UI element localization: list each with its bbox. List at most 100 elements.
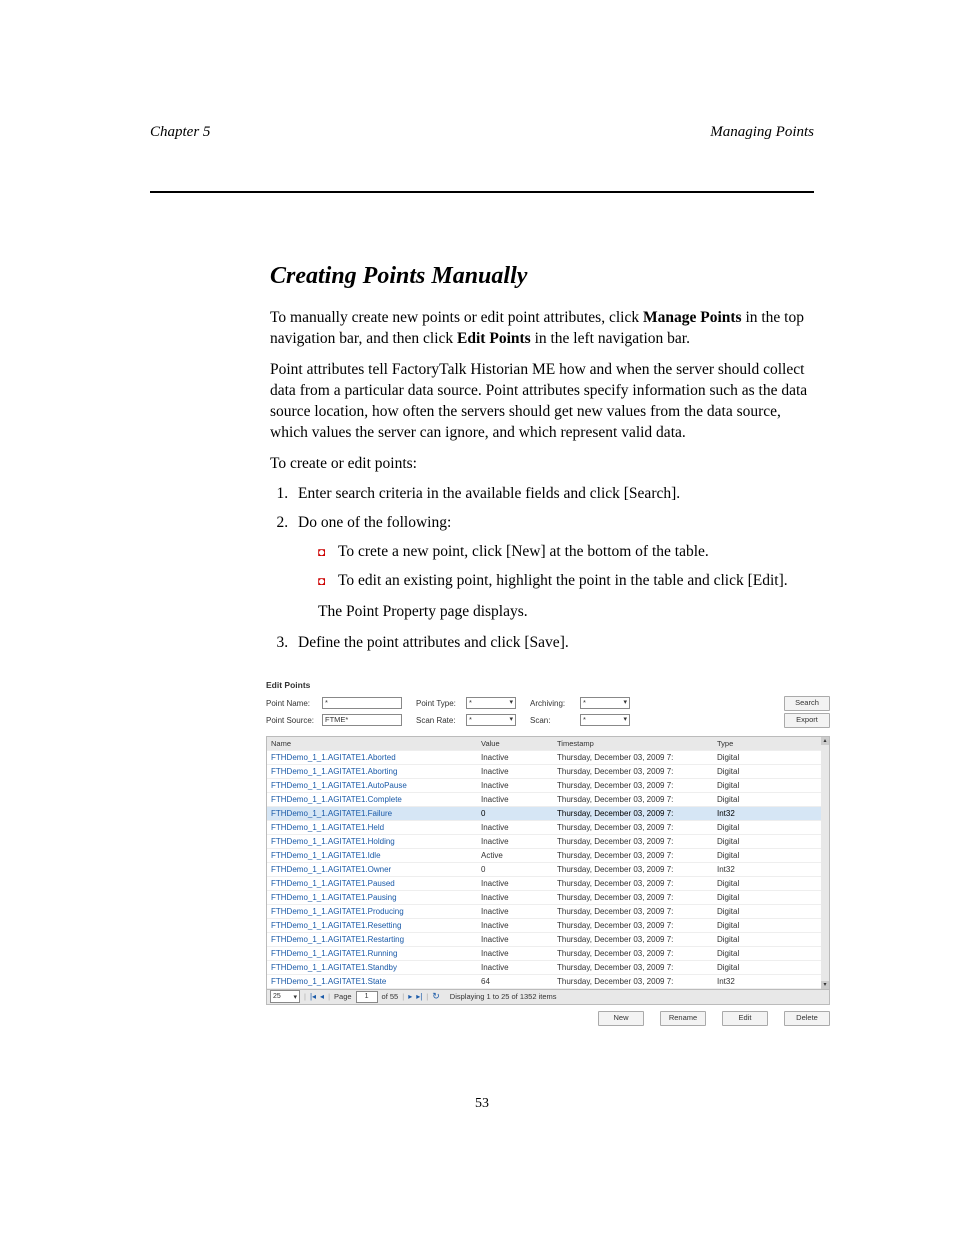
step-2: Do one of the following: To crete a new … xyxy=(292,513,814,623)
cell-name: FTHDemo_1_1.AGITATE1.Idle xyxy=(271,849,481,862)
cell-value: Inactive xyxy=(481,835,557,848)
cell-type: Digital xyxy=(717,933,777,946)
pager-summary: Displaying 1 to 25 of 1352 items xyxy=(450,992,557,1001)
cell-type: Digital xyxy=(717,821,777,834)
header-rule xyxy=(150,191,814,193)
cell-timestamp: Thursday, December 03, 2009 7: xyxy=(557,919,717,932)
cell-name: FTHDemo_1_1.AGITATE1.Restarting xyxy=(271,933,481,946)
scan-select[interactable]: *▾ xyxy=(580,714,630,726)
col-value[interactable]: Value xyxy=(481,737,557,750)
cell-type: Digital xyxy=(717,793,777,806)
page-of: of 55 xyxy=(382,992,399,1001)
archiving-select[interactable]: *▾ xyxy=(580,697,630,709)
table-row[interactable]: FTHDemo_1_1.AGITATE1.AbortingInactiveThu… xyxy=(267,765,829,779)
chevron-down-icon: ▾ xyxy=(623,714,627,726)
cell-name: FTHDemo_1_1.AGITATE1.Complete xyxy=(271,793,481,806)
col-name[interactable]: Name xyxy=(271,737,481,750)
cell-timestamp: Thursday, December 03, 2009 7: xyxy=(557,877,717,890)
table-row[interactable]: FTHDemo_1_1.AGITATE1.RunningInactiveThur… xyxy=(267,947,829,961)
step-2-tail: The Point Property page displays. xyxy=(318,602,814,623)
step-3: Define the point attributes and click [S… xyxy=(292,633,814,654)
point-source-input[interactable]: FTME* xyxy=(322,714,402,726)
prev-page-icon[interactable]: ◂ xyxy=(320,992,324,1001)
header-section: Managing Points xyxy=(710,124,814,141)
cell-value: Inactive xyxy=(481,947,557,960)
cell-name: FTHDemo_1_1.AGITATE1.Paused xyxy=(271,877,481,890)
table-row[interactable]: FTHDemo_1_1.AGITATE1.HeldInactiveThursda… xyxy=(267,821,829,835)
cell-type: Digital xyxy=(717,849,777,862)
intro-paragraph-2: Point attributes tell FactoryTalk Histor… xyxy=(270,360,814,444)
point-name-input[interactable]: * xyxy=(322,697,402,709)
cell-value: Inactive xyxy=(481,891,557,904)
scroll-down-icon[interactable]: ▾ xyxy=(821,981,829,989)
page-size-select[interactable]: 25▾ xyxy=(270,990,300,1003)
table-row[interactable]: FTHDemo_1_1.AGITATE1.CompleteInactiveThu… xyxy=(267,793,829,807)
cell-name: FTHDemo_1_1.AGITATE1.Holding xyxy=(271,835,481,848)
cell-name: FTHDemo_1_1.AGITATE1.Resetting xyxy=(271,919,481,932)
cell-type: Digital xyxy=(717,877,777,890)
cell-type: Int32 xyxy=(717,863,777,876)
new-button[interactable]: New xyxy=(598,1011,644,1026)
refresh-icon[interactable]: ↻ xyxy=(432,991,440,1002)
cell-timestamp: Thursday, December 03, 2009 7: xyxy=(557,905,717,918)
cell-value: Inactive xyxy=(481,933,557,946)
table-row[interactable]: FTHDemo_1_1.AGITATE1.ResettingInactiveTh… xyxy=(267,919,829,933)
cell-value: Inactive xyxy=(481,821,557,834)
table-row[interactable]: FTHDemo_1_1.AGITATE1.AutoPauseInactiveTh… xyxy=(267,779,829,793)
grid-header: Name Value Timestamp Type xyxy=(267,737,829,751)
table-row[interactable]: FTHDemo_1_1.AGITATE1.Failure0Thursday, D… xyxy=(267,807,829,821)
results-grid: Name Value Timestamp Type FTHDemo_1_1.AG… xyxy=(266,736,830,990)
cell-type: Digital xyxy=(717,891,777,904)
table-row[interactable]: FTHDemo_1_1.AGITATE1.StandbyInactiveThur… xyxy=(267,961,829,975)
scroll-up-icon[interactable]: ▴ xyxy=(821,737,829,745)
last-page-icon[interactable]: ▸| xyxy=(416,992,422,1001)
intro-paragraph-3: To create or edit points: xyxy=(270,454,814,475)
cell-name: FTHDemo_1_1.AGITATE1.Producing xyxy=(271,905,481,918)
cell-name: FTHDemo_1_1.AGITATE1.Aborting xyxy=(271,765,481,778)
cell-name: FTHDemo_1_1.AGITATE1.Held xyxy=(271,821,481,834)
table-row[interactable]: FTHDemo_1_1.AGITATE1.State64Thursday, De… xyxy=(267,975,829,989)
cell-timestamp: Thursday, December 03, 2009 7: xyxy=(557,863,717,876)
cell-value: 0 xyxy=(481,807,557,820)
scrollbar[interactable]: ▴ ▾ xyxy=(821,737,829,989)
table-row[interactable]: FTHDemo_1_1.AGITATE1.Owner0Thursday, Dec… xyxy=(267,863,829,877)
table-row[interactable]: FTHDemo_1_1.AGITATE1.PausingInactiveThur… xyxy=(267,891,829,905)
table-row[interactable]: FTHDemo_1_1.AGITATE1.IdleActiveThursday,… xyxy=(267,849,829,863)
table-row[interactable]: FTHDemo_1_1.AGITATE1.HoldingInactiveThur… xyxy=(267,835,829,849)
cell-value: Inactive xyxy=(481,779,557,792)
cell-name: FTHDemo_1_1.AGITATE1.Failure xyxy=(271,807,481,820)
cell-name: FTHDemo_1_1.AGITATE1.Standby xyxy=(271,961,481,974)
cell-type: Digital xyxy=(717,779,777,792)
table-row[interactable]: FTHDemo_1_1.AGITATE1.RestartingInactiveT… xyxy=(267,933,829,947)
col-type[interactable]: Type xyxy=(717,737,777,750)
chevron-down-icon: ▾ xyxy=(293,993,297,1001)
cell-value: Inactive xyxy=(481,961,557,974)
label-point-name: Point Name: xyxy=(266,699,322,708)
label-scan: Scan: xyxy=(530,716,580,725)
next-page-icon[interactable]: ▸ xyxy=(408,992,412,1001)
search-button[interactable]: Search xyxy=(784,696,830,711)
first-page-icon[interactable]: |◂ xyxy=(310,992,316,1001)
rename-button[interactable]: Rename xyxy=(660,1011,706,1026)
table-row[interactable]: FTHDemo_1_1.AGITATE1.PausedInactiveThurs… xyxy=(267,877,829,891)
cell-timestamp: Thursday, December 03, 2009 7: xyxy=(557,835,717,848)
edit-button[interactable]: Edit xyxy=(722,1011,768,1026)
cell-name: FTHDemo_1_1.AGITATE1.AutoPause xyxy=(271,779,481,792)
cell-value: Inactive xyxy=(481,793,557,806)
step-2-bullet-2: To edit an existing point, highlight the… xyxy=(318,571,814,592)
scan-rate-select[interactable]: *▾ xyxy=(466,714,516,726)
col-timestamp[interactable]: Timestamp xyxy=(557,737,717,750)
cell-name: FTHDemo_1_1.AGITATE1.State xyxy=(271,975,481,988)
cell-timestamp: Thursday, December 03, 2009 7: xyxy=(557,947,717,960)
table-row[interactable]: FTHDemo_1_1.AGITATE1.AbortedInactiveThur… xyxy=(267,751,829,765)
point-type-select[interactable]: *▾ xyxy=(466,697,516,709)
cell-type: Digital xyxy=(717,961,777,974)
delete-button[interactable]: Delete xyxy=(784,1011,830,1026)
table-row[interactable]: FTHDemo_1_1.AGITATE1.ProducingInactiveTh… xyxy=(267,905,829,919)
page-input[interactable]: 1 xyxy=(356,991,378,1003)
cell-type: Digital xyxy=(717,947,777,960)
label-point-source: Point Source: xyxy=(266,716,322,725)
export-button[interactable]: Export xyxy=(784,713,830,728)
cell-value: Active xyxy=(481,849,557,862)
cell-type: Digital xyxy=(717,751,777,764)
